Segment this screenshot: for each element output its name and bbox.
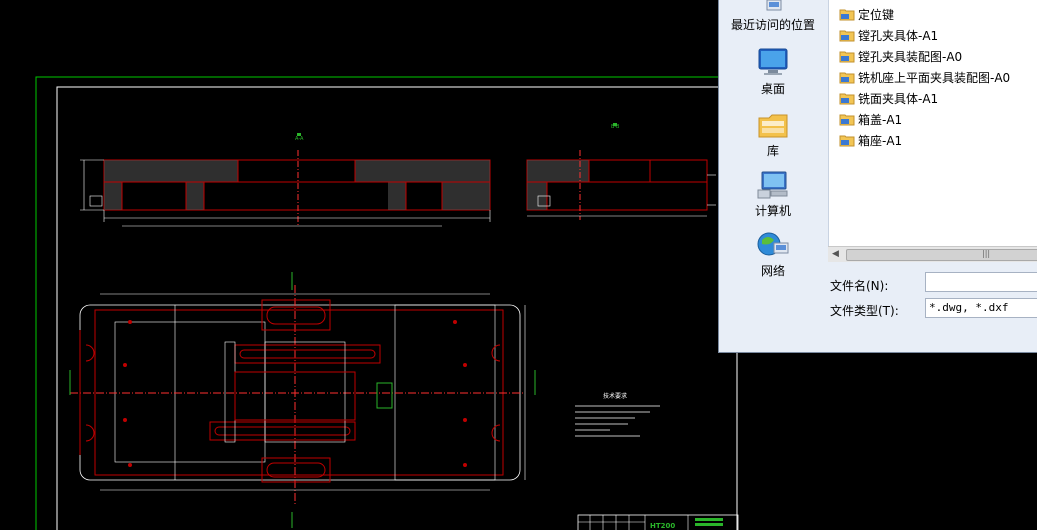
place-recent[interactable]: 最近访问的位置 [719,0,827,33]
file-type-select[interactable]: *.dwg, *.dxf [925,298,1037,318]
scroll-left-arrow-icon[interactable]: ◀ [828,247,843,262]
folder-icon [839,135,855,147]
place-computer[interactable]: 计算机 [719,170,827,219]
file-item[interactable]: 箱盖-A1 [839,110,902,130]
section-label-a: A-A [295,136,304,142]
place-libraries[interactable]: 库 [719,110,827,159]
drawing-inner-border [56,86,738,530]
scrollbar-thumb[interactable] [846,249,1037,261]
plan-view [69,272,536,528]
place-desktop[interactable]: 桌面 [719,48,827,97]
place-label: 桌面 [760,82,785,96]
places-bar: 最近访问的位置 桌面 库 计算机 网络 [719,0,827,278]
place-label: 计算机 [754,204,791,218]
scrollbar-grip-icon: ||| [982,249,991,258]
file-item[interactable]: 铣面夹具体-A1 [839,89,938,109]
file-item[interactable]: 定位键 [839,5,894,25]
folder-icon [839,9,855,21]
section-mark-b [613,123,617,126]
file-item[interactable]: 镗孔夹具装配图-A0 [839,47,962,67]
file-name: 定位键 [858,8,895,22]
libraries-icon [758,114,788,138]
place-network[interactable]: 网络 [719,230,827,279]
section-view-b [526,150,716,220]
file-type-label: 文件类型(T): [830,304,899,318]
place-label: 网络 [760,264,785,278]
file-name: 铣面夹具体-A1 [858,92,939,106]
folder-icon [839,93,855,105]
technical-requirements-notes: 技术要求 [575,392,660,437]
file-name: 箱座-A1 [858,134,903,148]
file-name-label: 文件名(N): [830,279,889,293]
section-view-a [80,150,491,227]
title-block: HT200 [577,514,739,530]
network-icon [757,232,789,256]
file-name: 镗孔夹具体-A1 [858,29,939,43]
computer-icon [757,171,788,199]
section-mark-a [297,133,301,136]
file-name: 铣机座上平面夹具装配图-A0 [858,71,1011,85]
tech-req-title: 技术要求 [603,392,627,400]
folder-icon [839,51,855,63]
file-item[interactable]: 铣机座上平面夹具装配图-A0 [839,68,1010,88]
folder-icon [839,114,855,126]
place-label: 库 [766,144,779,158]
recent-places-icon [766,0,782,11]
file-list-horizontal-scrollbar[interactable]: ◀ ||| [828,246,1037,262]
place-label: 最近访问的位置 [730,18,815,32]
file-name-input[interactable] [925,272,1037,292]
title-block-material: HT200 [650,522,675,530]
desktop-icon [758,48,788,75]
file-item[interactable]: 箱座-A1 [839,131,902,151]
open-file-dialog: 最近访问的位置 桌面 库 计算机 网络 定位键 镗孔夹具体-A1 镗孔夹具装配图… [718,0,1037,353]
folder-icon [839,30,855,42]
file-name: 镗孔夹具装配图-A0 [858,50,963,64]
folder-icon [839,72,855,84]
file-list: 定位键 镗孔夹具体-A1 镗孔夹具装配图-A0 铣机座上平面夹具装配图-A0 铣… [828,0,1037,246]
file-item[interactable]: 镗孔夹具体-A1 [839,26,938,46]
file-name: 箱盖-A1 [858,113,903,127]
